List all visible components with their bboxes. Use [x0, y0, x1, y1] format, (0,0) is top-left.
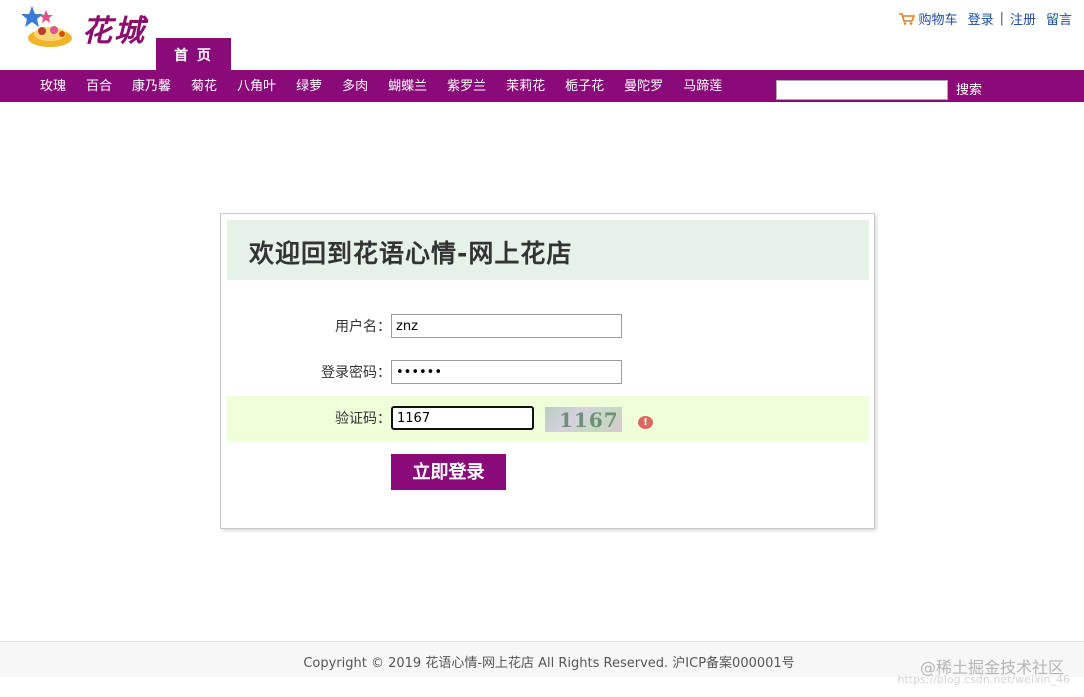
tab-home[interactable]: 首 页	[156, 38, 231, 71]
search-input[interactable]	[776, 80, 948, 100]
login-link[interactable]: 登录	[968, 9, 994, 28]
login-submit-button[interactable]: 立即登录	[391, 454, 506, 490]
nav-item[interactable]: 玫瑰	[30, 70, 76, 102]
nav-item[interactable]: 百合	[76, 70, 122, 102]
captcha-image[interactable]: 1167	[545, 407, 622, 432]
logo[interactable]: 花城	[20, 4, 156, 54]
logo-icon	[21, 6, 72, 47]
register-link[interactable]: 注册	[1010, 9, 1036, 28]
password-label: 登录密码：	[321, 365, 391, 381]
nav-item[interactable]: 蝴蝶兰	[378, 70, 437, 102]
logo-text: 花城	[82, 14, 146, 49]
nav-item[interactable]: 康乃馨	[122, 70, 181, 102]
nav-item[interactable]: 绿萝	[286, 70, 332, 102]
password-row: 登录密码：	[227, 350, 869, 396]
nav-item[interactable]: 多肉	[332, 70, 378, 102]
nav-item[interactable]: 马蹄莲	[673, 70, 732, 102]
nav-item[interactable]: 栀子花	[555, 70, 614, 102]
category-list: 玫瑰 百合 康乃馨 菊花 八角叶 绿萝 多肉 蝴蝶兰 紫罗兰 茉莉花 栀子花 曼陀罗 马蹄莲	[30, 70, 732, 102]
nav-item[interactable]: 曼陀罗	[614, 70, 673, 102]
nav-item[interactable]: 紫罗兰	[437, 70, 496, 102]
link-separator: |	[999, 11, 1004, 26]
search-button[interactable]: 搜索	[956, 80, 982, 100]
captcha-input[interactable]	[391, 406, 534, 430]
captcha-label: 验证码：	[335, 411, 391, 427]
cart-link[interactable]: 购物车	[919, 9, 958, 28]
login-title: 欢迎回到花语心情-网上花店	[249, 239, 573, 268]
password-input[interactable]	[391, 360, 622, 384]
username-row: 用户名：	[227, 304, 869, 350]
nav-item[interactable]: 菊花	[181, 70, 227, 102]
message-link[interactable]: 留言	[1046, 9, 1072, 28]
captcha-image-text: 1167	[559, 408, 619, 432]
top-links: 购物车 登录 | 注册 留言	[898, 9, 1072, 28]
username-label: 用户名：	[335, 319, 391, 335]
nav-item[interactable]: 八角叶	[227, 70, 286, 102]
nav-item[interactable]: 茉莉花	[496, 70, 555, 102]
login-header: 欢迎回到花语心情-网上花店	[227, 220, 869, 280]
captcha-row: 验证码： 1167 !	[227, 396, 869, 442]
watermark-url: https://blog.csdn.net/weixin_46	[897, 673, 1070, 686]
login-panel: 欢迎回到花语心情-网上花店 用户名： 登录密码： 验证码： 1167 ! 立即登…	[220, 213, 875, 529]
error-icon: !	[638, 416, 653, 429]
cart-icon[interactable]	[898, 12, 915, 25]
username-input[interactable]	[391, 314, 622, 338]
